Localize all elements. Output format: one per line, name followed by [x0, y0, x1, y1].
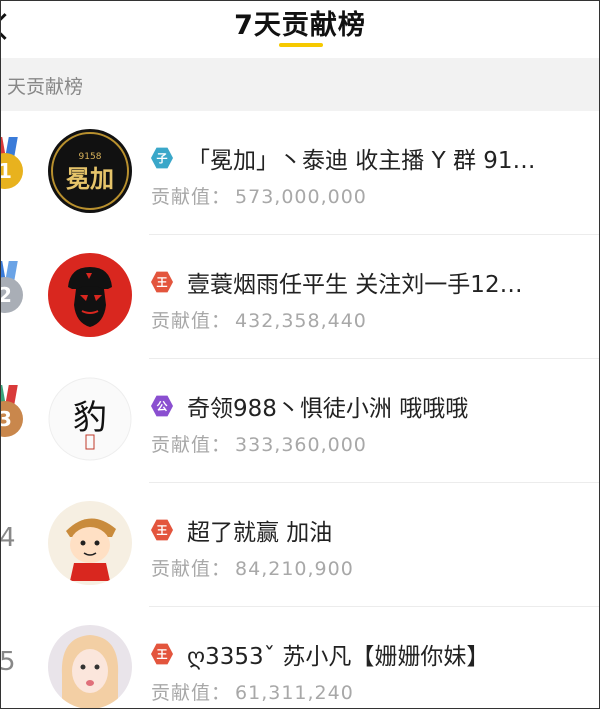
list-item[interactable]: 5 王 ღ3353ˇ 苏小凡【姗姗你妹】 贡献值： 61,311,240 — [0, 607, 599, 708]
user-name: 壹蓑烟雨任平生 关注刘一手12… — [187, 272, 523, 298]
avatar[interactable] — [48, 501, 132, 585]
user-name: 奇领988丶惧徒小洲 哦哦哦 — [187, 396, 469, 422]
contribution-number: 573,000,000 — [235, 186, 367, 208]
avatar[interactable] — [48, 253, 132, 337]
contribution-number: 333,360,000 — [235, 434, 367, 456]
contribution-label: 贡献值： — [151, 310, 232, 332]
contribution-number: 432,358,440 — [235, 310, 367, 332]
user-name: 「冕加」丶泰迪 收主播 Y 群 91… — [187, 148, 536, 174]
user-name: 超了就赢 加油 — [187, 520, 333, 546]
level-badge-icon: 王 — [151, 271, 173, 293]
contribution-number: 61,311,240 — [235, 682, 354, 704]
contribution-label: 贡献值： — [151, 558, 232, 580]
bronze-medal-icon: 3 — [1, 385, 27, 445]
avatar-logo-text: 冕加 — [66, 165, 114, 193]
contribution-value: 贡献值： 432,358,440 — [151, 306, 367, 333]
leaderboard-screen: 7天贡献榜 天贡献榜 1 9158 冕加 子 「冕加」丶泰迪 收主播 Y 群 9… — [0, 0, 600, 709]
gold-medal-icon: 1 — [1, 137, 27, 197]
rank-number: 5 — [0, 647, 16, 677]
list-item[interactable]: 4 王 超了就赢 加油 贡献值： 84,210,900 — [1, 483, 599, 607]
level-badge-icon: 王 — [151, 643, 173, 665]
avatar-logo-text: 豹 — [73, 398, 107, 438]
contribution-number: 84,210,900 — [235, 558, 354, 580]
contribution-label: 贡献值： — [151, 186, 232, 208]
list-item[interactable]: 1 9158 冕加 子 「冕加」丶泰迪 收主播 Y 群 91… 贡献值：573,… — [1, 111, 599, 235]
level-badge-icon: 公 — [151, 395, 173, 417]
contribution-value: 贡献值： 61,311,240 — [151, 678, 354, 705]
avatar[interactable] — [48, 625, 132, 708]
avatar[interactable]: 豹 — [48, 377, 132, 461]
contribution-label: 贡献值： — [151, 682, 232, 704]
section-label: 天贡献榜 — [7, 76, 84, 98]
contribution-value: 贡献值： 573,000,000 — [151, 182, 367, 209]
level-badge-icon: 子 — [151, 147, 173, 169]
avatar-sub-text: 9158 — [79, 152, 102, 162]
contribution-label: 贡献值： — [151, 434, 232, 456]
page-title: 7天贡献榜 — [234, 10, 366, 41]
list-item[interactable]: 2 王 壹蓑烟雨任平生 关注刘一手12… 贡献值：432,358,440 — [1, 235, 599, 359]
level-badge-icon: 王 — [151, 519, 173, 541]
section-header: 天贡献榜 — [1, 58, 599, 111]
avatar[interactable]: 9158 冕加 — [48, 129, 132, 213]
contribution-value: 贡献值： 84,210,900 — [151, 554, 354, 581]
rank-number: 4 — [0, 523, 16, 553]
active-tab-indicator — [279, 43, 323, 47]
contribution-value: 贡献值： 333,360,000 — [151, 430, 367, 457]
user-name: ღ3353ˇ 苏小凡【姗姗你妹】 — [187, 644, 490, 670]
silver-medal-icon: 2 — [1, 261, 27, 321]
top-bar: 7天贡献榜 — [1, 1, 599, 57]
list-item[interactable]: 3 豹 公 奇领988丶惧徒小洲 哦哦哦 贡献值：333,360,000 — [1, 359, 599, 483]
